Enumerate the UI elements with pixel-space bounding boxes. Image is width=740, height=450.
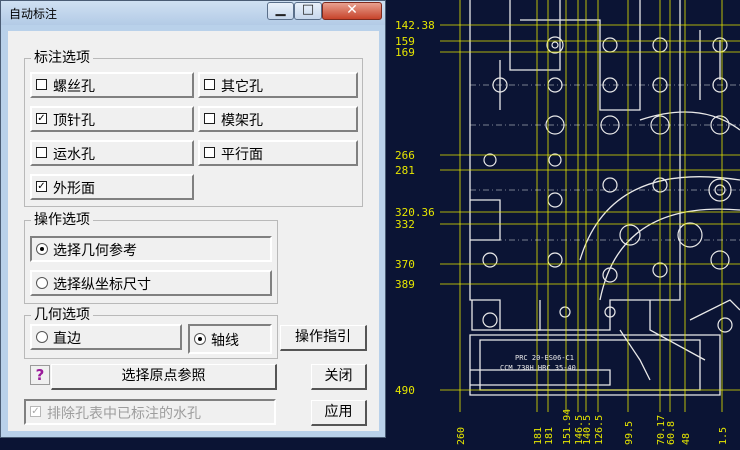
cad-x-dimension-label: 60.8 [666,421,677,445]
option-mold-base-hole-label: 模架孔 [221,113,263,129]
cad-x-dimension-label: 99.5 [624,421,635,445]
radio-dot [198,337,202,341]
close-window-button[interactable]: ✕ [322,2,382,20]
minimize-icon: ▁ [275,2,286,17]
cad-y-dimension-label: 266 [395,149,415,162]
option-screw-hole[interactable]: 螺丝孔 [30,72,194,98]
cad-y-dimension-label: 332 [395,218,415,231]
checkbox-mold-base-hole[interactable] [204,113,215,124]
option-parallel-face[interactable]: 平行面 [198,140,358,166]
radio-dot [40,247,44,251]
cad-x-dimension-label: 1.5 [718,427,729,445]
option-select-ordinate-dim[interactable]: 选择纵坐标尺寸 [30,270,272,296]
cad-x-dimension-label: 140.5 [582,415,593,445]
option-ejector-hole-label: 顶针孔 [53,113,95,129]
auto-annotation-dialog: 自动标注 ▁ □ ✕ 标注选项 螺丝孔 其它孔 ✓ 顶针孔 模架孔 运水孔 平行… [0,0,386,438]
cad-x-dimension-label: 126.5 [594,415,605,445]
radio-straight-edge[interactable] [36,331,48,343]
cad-x-dimension-label: 181 [533,427,544,445]
radio-axis-line[interactable] [194,333,206,345]
radio-select-geometry-ref[interactable] [36,243,48,255]
maximize-icon: □ [301,2,315,17]
checkbox-exclude-annotated-water-holes: ✓ [30,406,41,417]
option-straight-edge-label: 直边 [53,331,81,347]
close-button[interactable]: 关闭 [311,364,367,390]
dialog-title: 自动标注 [9,7,58,21]
option-axis-line[interactable]: 轴线 [188,324,272,354]
option-ejector-hole[interactable]: ✓ 顶针孔 [30,106,194,132]
plate-text-line-1: PRC 20-ES06-C1 [515,354,574,362]
option-parallel-face-label: 平行面 [221,147,263,163]
option-select-geometry-ref[interactable]: 选择几何参考 [30,236,272,262]
dialog-client-area: 标注选项 螺丝孔 其它孔 ✓ 顶针孔 模架孔 运水孔 平行面 ✓ 外形面 操作选… [8,31,379,431]
checkbox-cooling-hole[interactable] [36,147,47,158]
option-mold-base-hole[interactable]: 模架孔 [198,106,358,132]
option-cooling-hole-label: 运水孔 [53,147,95,163]
help-icon[interactable]: ? [30,365,50,385]
maximize-button[interactable]: □ [294,2,322,20]
cad-x-dimension-label: 181 [544,427,555,445]
radio-select-ordinate-dim[interactable] [36,277,48,289]
checkbox-outline-face[interactable]: ✓ [36,181,47,192]
operation-guide-button[interactable]: 操作指引 [280,325,367,351]
dialog-titlebar[interactable]: 自动标注 ▁ □ ✕ [1,1,385,25]
option-straight-edge[interactable]: 直边 [30,324,182,350]
option-axis-line-label: 轴线 [211,333,239,349]
option-outline-face-label: 外形面 [53,181,95,197]
option-outline-face[interactable]: ✓ 外形面 [30,174,194,200]
select-origin-reference-button[interactable]: 选择原点参照 [51,364,277,390]
apply-button[interactable]: 应用 [311,400,367,426]
cad-y-dimension-label: 370 [395,258,415,271]
option-exclude-annotated-water-holes-label: 排除孔表中已标注的水孔 [47,406,201,422]
option-other-hole[interactable]: 其它孔 [198,72,358,98]
cad-y-dimension-label: 142.38 [395,19,435,32]
cad-y-dimension-label: 169 [395,46,415,59]
cad-x-dimension-label: 48 [681,433,692,445]
close-icon: ✕ [346,2,358,18]
geometry-options-label: 几何选项 [31,306,93,324]
cad-x-dimension-label: 260 [456,427,467,445]
operation-options-label: 操作选项 [31,211,93,229]
cad-x-dimension-label: 151.94 [562,409,573,445]
option-cooling-hole[interactable]: 运水孔 [30,140,194,166]
annotation-options-label: 标注选项 [31,49,93,67]
checkbox-parallel-face[interactable] [204,147,215,158]
option-select-ordinate-dim-label: 选择纵坐标尺寸 [53,277,151,293]
option-select-geometry-ref-label: 选择几何参考 [53,243,137,259]
checkbox-ejector-hole[interactable]: ✓ [36,113,47,124]
option-other-hole-label: 其它孔 [221,79,263,95]
cad-y-dimension-label: 281 [395,164,415,177]
checkbox-other-hole[interactable] [204,79,215,90]
cad-y-dimension-label: 389 [395,278,415,291]
plate-text-line-2: CCM 738H HRC 35-40 [500,364,576,372]
option-exclude-annotated-water-holes: ✓ 排除孔表中已标注的水孔 [24,399,276,425]
option-screw-hole-label: 螺丝孔 [53,79,95,95]
checkbox-screw-hole[interactable] [36,79,47,90]
minimize-button[interactable]: ▁ [267,2,294,20]
cad-y-dimension-label: 490 [395,384,415,397]
